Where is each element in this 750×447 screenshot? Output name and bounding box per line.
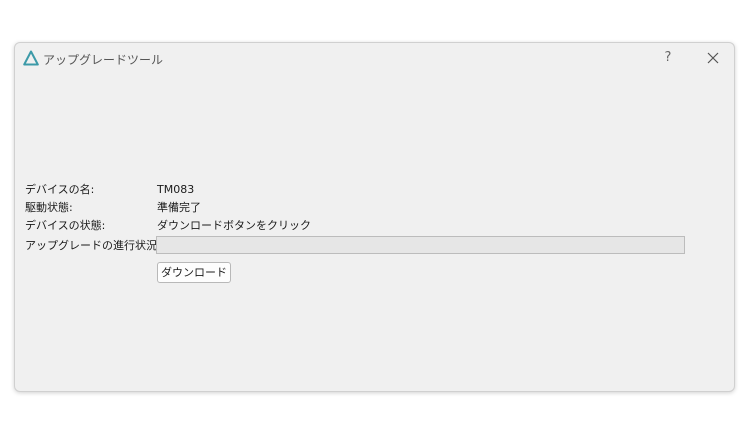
- help-button[interactable]: ?: [659, 48, 677, 68]
- close-button[interactable]: [703, 48, 723, 68]
- device-status-label: デバイスの状態:: [25, 219, 106, 232]
- triangle-logo-icon: [23, 50, 39, 66]
- window-title: アップグレードツール: [43, 53, 164, 67]
- device-name-label: デバイスの名:: [25, 183, 95, 196]
- upgrade-progress-bar: [156, 236, 685, 254]
- upgrade-progress-label: アップグレードの進行状況:: [25, 239, 161, 252]
- title-bar: アップグレードツール ?: [15, 43, 734, 73]
- upgrade-tool-window: アップグレードツール ? デバイスの名: TM083 駆動状態: 準備完了 デバ…: [14, 42, 735, 392]
- download-button[interactable]: ダウンロード: [157, 262, 231, 283]
- device-name-value: TM083: [157, 183, 195, 196]
- driver-status-value: 準備完了: [157, 201, 201, 214]
- device-status-value: ダウンロードボタンをクリック: [157, 219, 311, 232]
- close-icon: [707, 52, 719, 64]
- driver-status-label: 駆動状態:: [25, 201, 73, 214]
